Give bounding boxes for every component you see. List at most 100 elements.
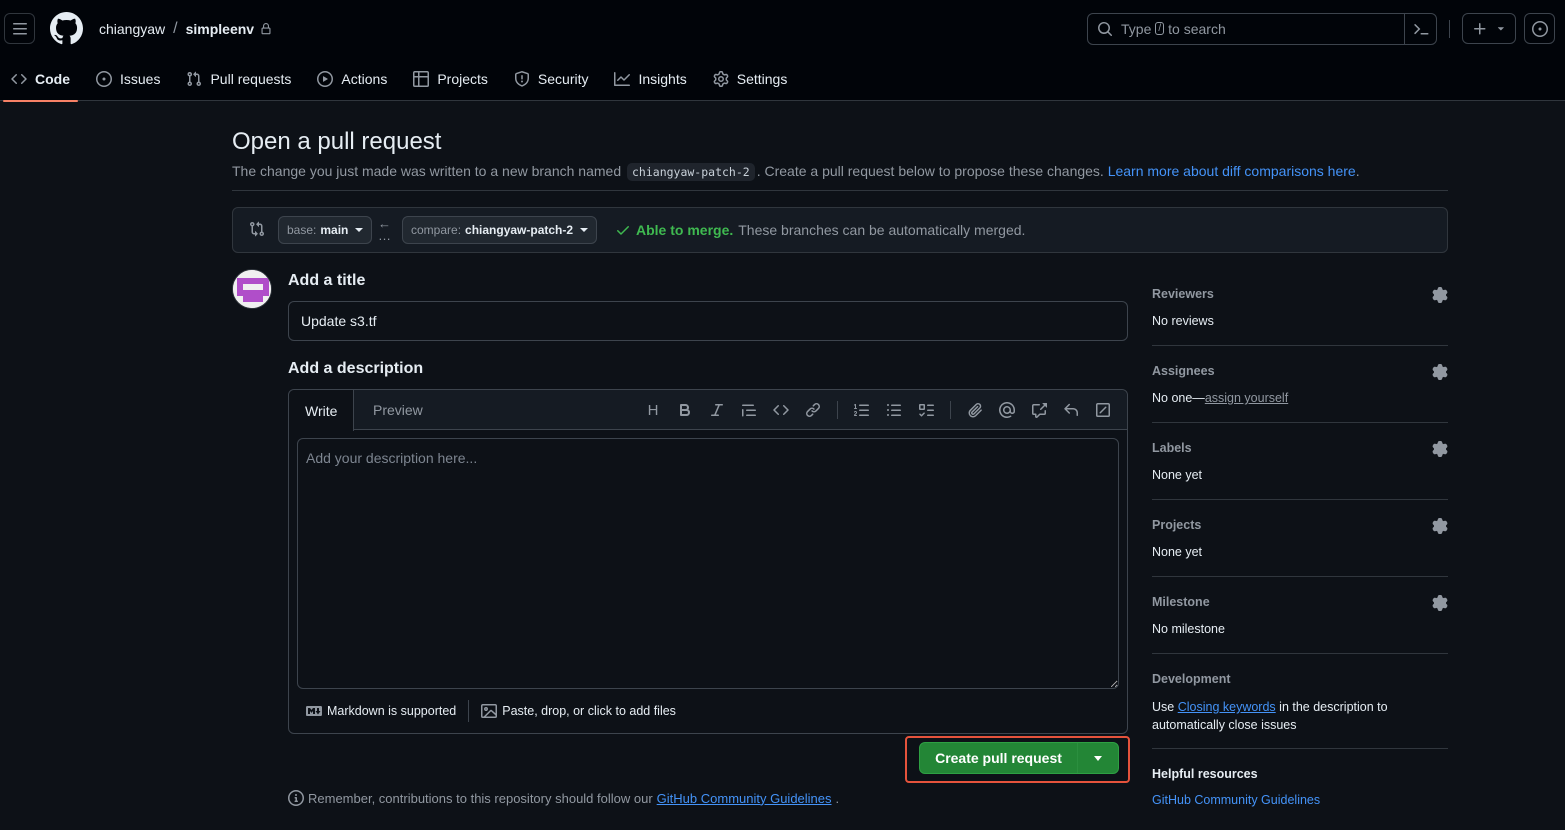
tab-write[interactable]: Write xyxy=(289,390,355,431)
subtitle-period: . xyxy=(1355,163,1360,179)
breadcrumb-separator: / xyxy=(173,20,178,37)
sidebar-divider xyxy=(1152,653,1448,654)
search-input[interactable]: Type / to search xyxy=(1087,13,1437,45)
tab-projects[interactable]: Projects xyxy=(404,57,497,101)
projects-label: Projects xyxy=(1152,518,1202,532)
tab-pull-requests[interactable]: Pull requests xyxy=(177,57,300,101)
tab-code[interactable]: Code xyxy=(2,57,79,102)
tab-security-label: Security xyxy=(537,71,589,87)
github-mark-icon xyxy=(50,12,83,45)
bold-button[interactable] xyxy=(669,401,701,419)
subtitle-text-after: . Create a pull request below to propose… xyxy=(756,163,1104,179)
ordered-list-button[interactable] xyxy=(846,401,878,419)
play-icon xyxy=(317,71,334,87)
gear-icon[interactable] xyxy=(1432,364,1448,380)
link-button[interactable] xyxy=(797,401,829,419)
compare-branch-name: chiangyaw-patch-2 xyxy=(465,223,574,237)
reviewers-value: No reviews xyxy=(1152,314,1214,328)
title-label: Add a title xyxy=(288,272,366,289)
tab-insights-label: Insights xyxy=(638,71,687,87)
tab-security[interactable]: Security xyxy=(505,57,598,101)
attach-files-button[interactable]: Paste, drop, or click to add files xyxy=(481,703,676,719)
description-textarea[interactable] xyxy=(297,438,1119,689)
subtitle-text-before: The change you just made was written to … xyxy=(232,163,622,179)
sidebar-divider xyxy=(1152,499,1448,500)
code-button[interactable] xyxy=(765,401,797,419)
create-new-button[interactable] xyxy=(1462,13,1516,44)
compare-prefix: compare: xyxy=(411,223,462,237)
italic-button[interactable] xyxy=(701,401,733,419)
reference-button[interactable] xyxy=(1023,401,1055,419)
quote-button[interactable] xyxy=(733,401,765,419)
task-list-button[interactable] xyxy=(910,401,942,419)
toolbar-divider xyxy=(837,401,838,419)
footer-divider xyxy=(468,700,470,722)
attach-note: Paste, drop, or click to add files xyxy=(502,704,676,718)
terminal-icon xyxy=(1413,24,1428,35)
mention-button[interactable] xyxy=(991,401,1023,419)
base-prefix: base: xyxy=(287,223,317,237)
create-pull-request-button[interactable]: Create pull request xyxy=(920,743,1078,773)
assign-yourself-link[interactable]: assign yourself xyxy=(1205,391,1288,405)
markdown-support-link[interactable]: Markdown is supported xyxy=(306,703,456,719)
title-input[interactable] xyxy=(288,301,1128,341)
projects-section: Projects None yet xyxy=(1152,518,1448,559)
avatar[interactable] xyxy=(232,269,272,309)
search-placeholder-before: Type xyxy=(1121,21,1152,37)
github-logo[interactable] xyxy=(50,12,83,45)
attach-button[interactable] xyxy=(959,401,991,419)
menu-button[interactable] xyxy=(4,13,35,44)
your-issues-button[interactable] xyxy=(1524,13,1555,44)
gear-icon[interactable] xyxy=(1432,287,1448,303)
helpful-resources-label: Helpful resources xyxy=(1152,767,1258,781)
compare-branch-select[interactable]: compare: chiangyaw-patch-2 xyxy=(402,216,598,244)
heading-icon: H xyxy=(647,401,659,419)
page-title: Open a pull request xyxy=(232,128,442,155)
repo-breadcrumb: chiangyaw / simpleenv xyxy=(99,20,272,38)
tab-actions[interactable]: Actions xyxy=(308,57,396,101)
tab-code-label: Code xyxy=(35,71,70,87)
description-label: Add a description xyxy=(288,360,424,377)
tab-preview[interactable]: Preview xyxy=(357,390,439,430)
command-palette-button[interactable] xyxy=(1404,14,1436,44)
tab-issues[interactable]: Issues xyxy=(87,57,169,101)
tab-issues-label: Issues xyxy=(120,71,161,87)
merge-ok-text: Able to merge. xyxy=(636,222,734,238)
gear-icon[interactable] xyxy=(1432,595,1448,611)
branch-compare-bar: base: main ←… compare: chiangyaw-patch-2… xyxy=(232,207,1448,253)
create-options-dropdown[interactable] xyxy=(1078,743,1118,773)
owner-link[interactable]: chiangyaw xyxy=(99,21,165,37)
tab-insights[interactable]: Insights xyxy=(605,57,695,101)
info-icon xyxy=(288,790,304,806)
list-ordered-icon xyxy=(854,404,869,416)
assignees-value: No one—assign yourself xyxy=(1152,391,1448,405)
markdown-note: Markdown is supported xyxy=(327,704,457,718)
milestone-section: Milestone No milestone xyxy=(1152,595,1448,636)
labels-label: Labels xyxy=(1152,441,1192,455)
heading-button[interactable]: H xyxy=(637,401,669,419)
saved-reply-button[interactable] xyxy=(1055,401,1087,419)
bold-icon xyxy=(680,404,691,416)
slash-commands-button[interactable] xyxy=(1087,401,1119,419)
git-pull-request-icon xyxy=(187,71,202,87)
closing-keywords-link[interactable]: Closing keywords xyxy=(1178,700,1276,714)
base-branch-select[interactable]: base: main xyxy=(278,216,373,244)
repo-link[interactable]: simpleenv xyxy=(186,21,254,37)
gear-icon[interactable] xyxy=(1432,518,1448,534)
sidebar-guidelines-link[interactable]: GitHub Community Guidelines xyxy=(1152,793,1448,807)
gear-icon[interactable] xyxy=(1432,441,1448,457)
learn-more-link[interactable]: Learn more about diff comparisons here xyxy=(1108,163,1356,179)
tab-actions-label: Actions xyxy=(341,71,388,87)
reviewers-section: Reviewers No reviews xyxy=(1152,287,1448,328)
code-icon xyxy=(773,404,789,416)
guidelines-period: . xyxy=(835,790,840,806)
tab-settings[interactable]: Settings xyxy=(704,57,797,101)
list-unordered-icon xyxy=(887,404,901,416)
check-icon xyxy=(617,226,629,235)
gear-icon xyxy=(713,71,729,87)
three-bars-icon xyxy=(12,22,27,34)
community-guidelines-link[interactable]: GitHub Community Guidelines xyxy=(657,791,832,806)
caret-down-icon xyxy=(580,228,589,232)
unordered-list-button[interactable] xyxy=(878,401,910,419)
projects-value: None yet xyxy=(1152,545,1203,559)
